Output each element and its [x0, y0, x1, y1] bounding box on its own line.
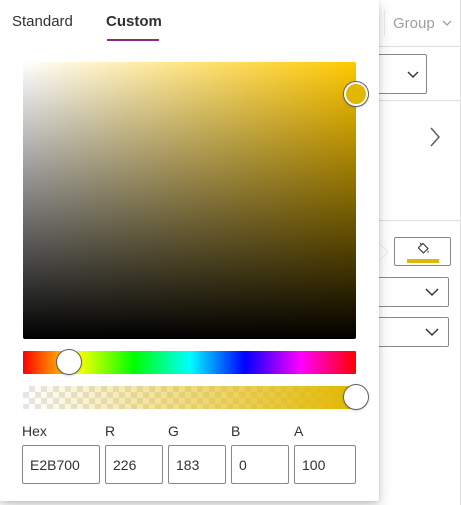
chevron-down-icon	[407, 71, 419, 78]
divider	[378, 46, 461, 47]
property-dropdown[interactable]	[376, 277, 449, 307]
active-tab-indicator	[107, 39, 159, 41]
hue-slider-thumb[interactable]	[57, 350, 81, 374]
group-button[interactable]: Group	[384, 10, 453, 36]
group-label: Group	[393, 14, 435, 32]
divider	[378, 100, 461, 101]
property-dropdown[interactable]	[372, 54, 427, 94]
fill-color-swatch	[407, 259, 439, 263]
chevron-right-icon[interactable]	[428, 126, 442, 148]
saturation-value-area[interactable]	[23, 62, 356, 339]
alpha-input[interactable]	[294, 445, 356, 484]
saturation-value-thumb[interactable]	[344, 82, 368, 106]
divider	[378, 220, 461, 221]
chevron-down-icon	[425, 288, 439, 296]
tab-standard[interactable]: Standard	[12, 13, 73, 30]
fill-color-button[interactable]	[394, 237, 451, 266]
alpha-slider[interactable]	[23, 386, 356, 409]
tab-custom[interactable]: Custom	[106, 13, 162, 30]
red-input[interactable]	[105, 445, 163, 484]
blue-label: B	[231, 423, 241, 439]
green-label: G	[168, 423, 179, 439]
alpha-label: A	[294, 423, 304, 439]
hex-label: Hex	[22, 423, 47, 439]
green-input[interactable]	[168, 445, 226, 484]
hex-input[interactable]	[22, 445, 100, 484]
paint-bucket-icon	[417, 242, 429, 254]
blue-input[interactable]	[231, 445, 289, 484]
property-dropdown[interactable]	[376, 317, 449, 347]
red-label: R	[105, 423, 116, 439]
chevron-down-icon	[425, 328, 439, 336]
alpha-slider-thumb[interactable]	[344, 385, 368, 409]
color-picker-callout: Standard Custom Hex R G B A	[0, 0, 379, 501]
chevron-down-icon	[442, 20, 452, 26]
